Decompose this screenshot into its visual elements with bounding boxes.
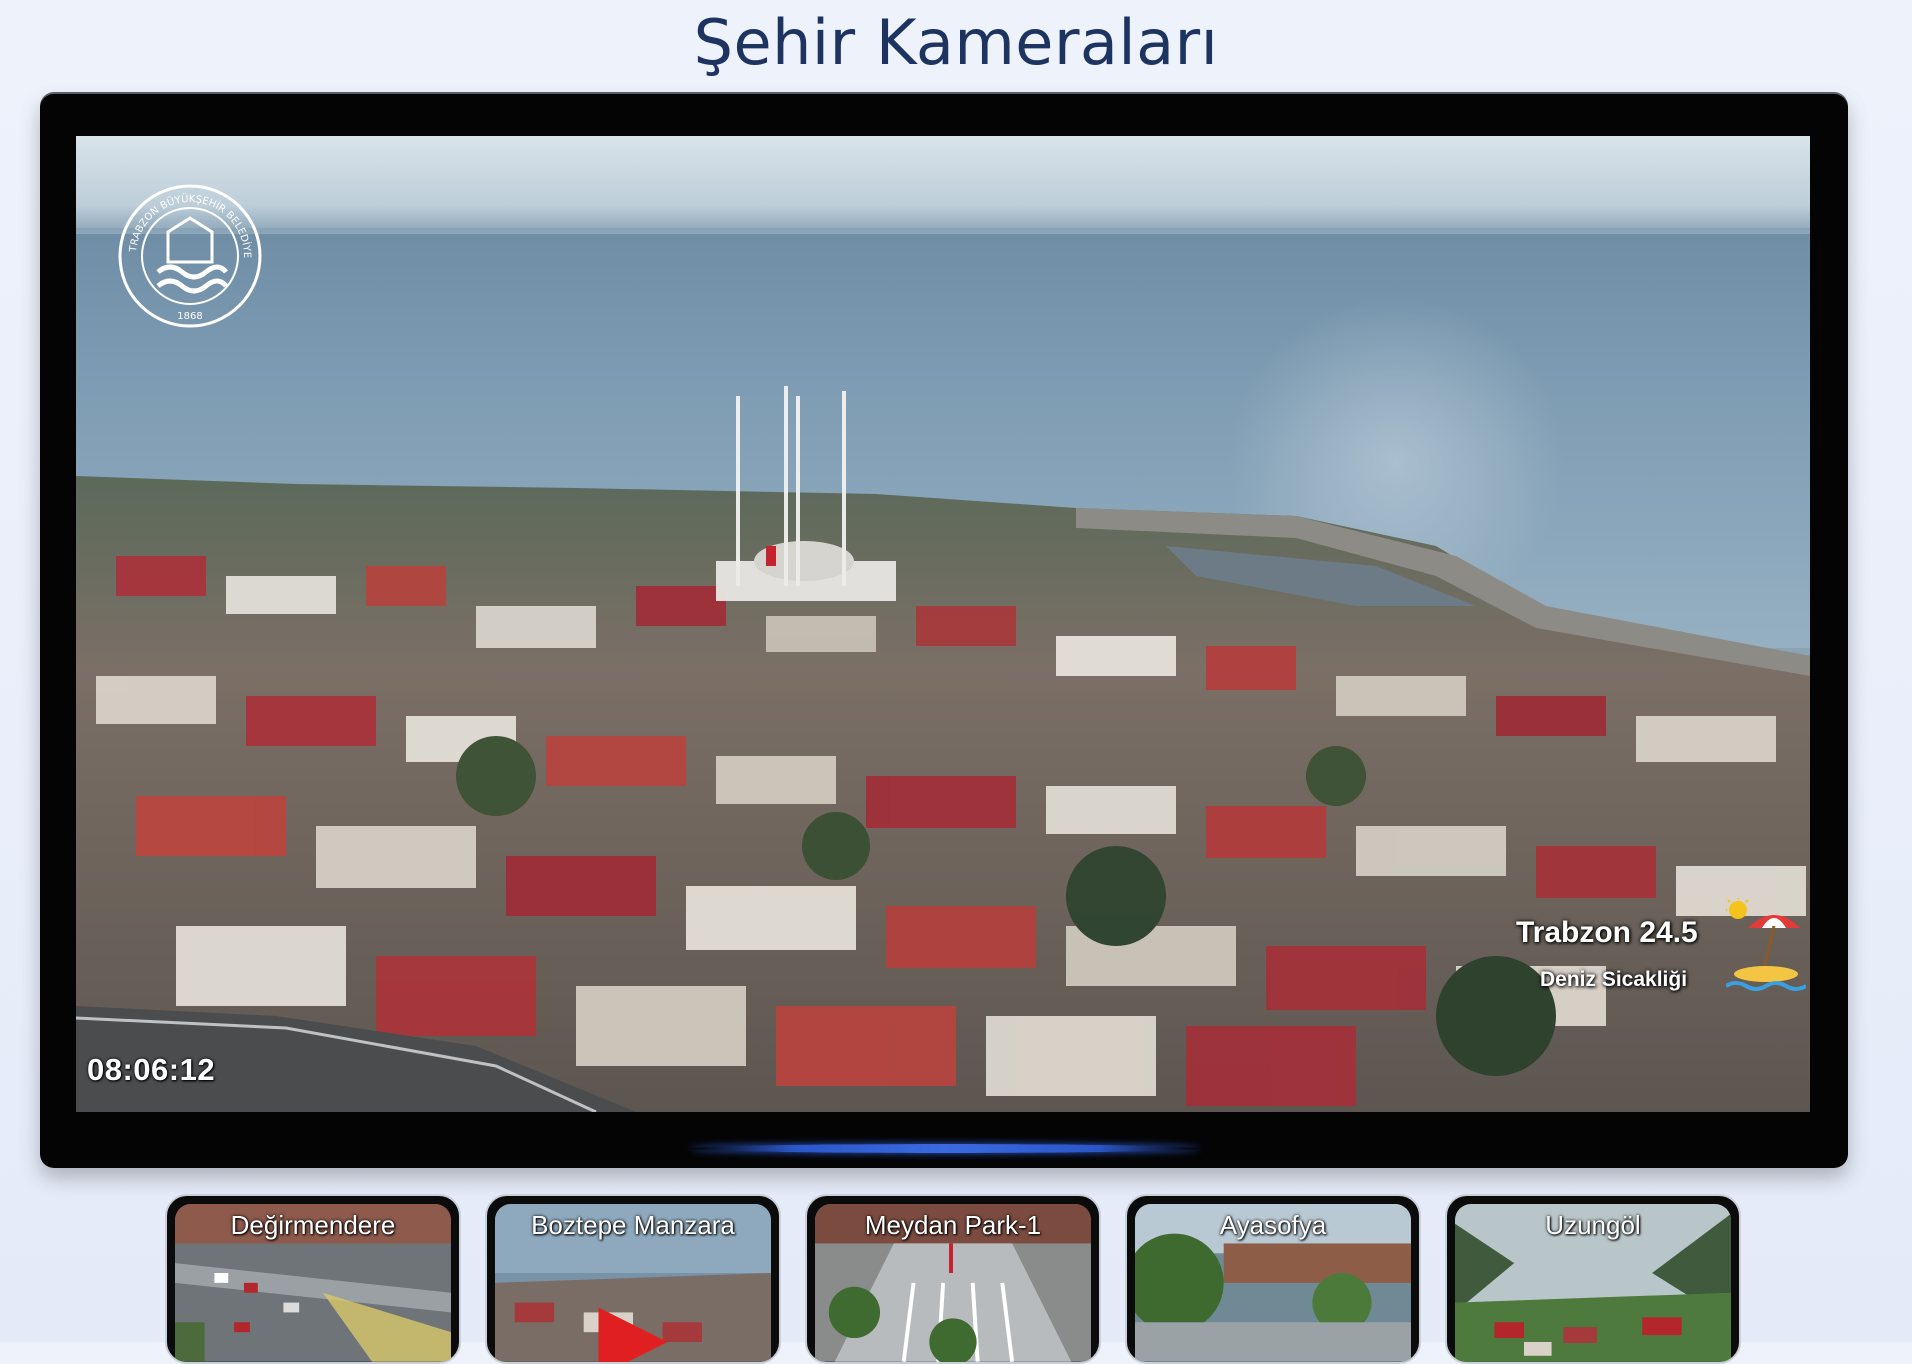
- tv-stand-light: [690, 1144, 1200, 1153]
- thumbnail-degirmendere[interactable]: Değirmendere: [165, 1194, 461, 1364]
- thumbnail-meydan-park-1[interactable]: Meydan Park-1: [805, 1194, 1101, 1364]
- beach-umbrella-icon: [1726, 898, 1806, 991]
- thumbnail-label: Uzungöl: [1545, 1210, 1641, 1240]
- svg-text:1868: 1868: [177, 311, 202, 322]
- thumbnail-label: Değirmendere: [230, 1210, 396, 1240]
- page-title: Şehir Kameraları: [693, 6, 1219, 79]
- video-screen[interactable]: TRABZON BÜYÜKŞEHİR BELEDİYESİ 1868 Trabz…: [76, 136, 1810, 1112]
- camera-thumbnail-list: Değirmendere Boztepe Manzara Meydan Park…: [0, 1194, 1912, 1364]
- camera-timestamp: 08:06:12: [87, 1052, 216, 1087]
- thumbnail-ayasofya[interactable]: Ayasofya: [1125, 1194, 1421, 1364]
- municipality-logo: TRABZON BÜYÜKŞEHİR BELEDİYESİ 1868: [116, 182, 262, 328]
- weather-label: Deniz Sicakliği: [1540, 968, 1688, 991]
- thumbnail-label: Ayasofya: [1219, 1210, 1327, 1240]
- tv-player: TRABZON BÜYÜKŞEHİR BELEDİYESİ 1868 Trabz…: [40, 94, 1848, 1168]
- thumbnail-label: Meydan Park-1: [864, 1210, 1042, 1240]
- weather-city-temp: Trabzon 24.5: [1516, 916, 1698, 949]
- sea-temperature-widget: Trabzon 24.5 Deniz Sicakliği: [1516, 898, 1806, 1026]
- thumbnail-uzungol[interactable]: Uzungöl: [1445, 1194, 1741, 1364]
- thumbnail-label: Boztepe Manzara: [531, 1210, 735, 1240]
- thumbnail-boztepe-manzara[interactable]: Boztepe Manzara: [485, 1194, 781, 1364]
